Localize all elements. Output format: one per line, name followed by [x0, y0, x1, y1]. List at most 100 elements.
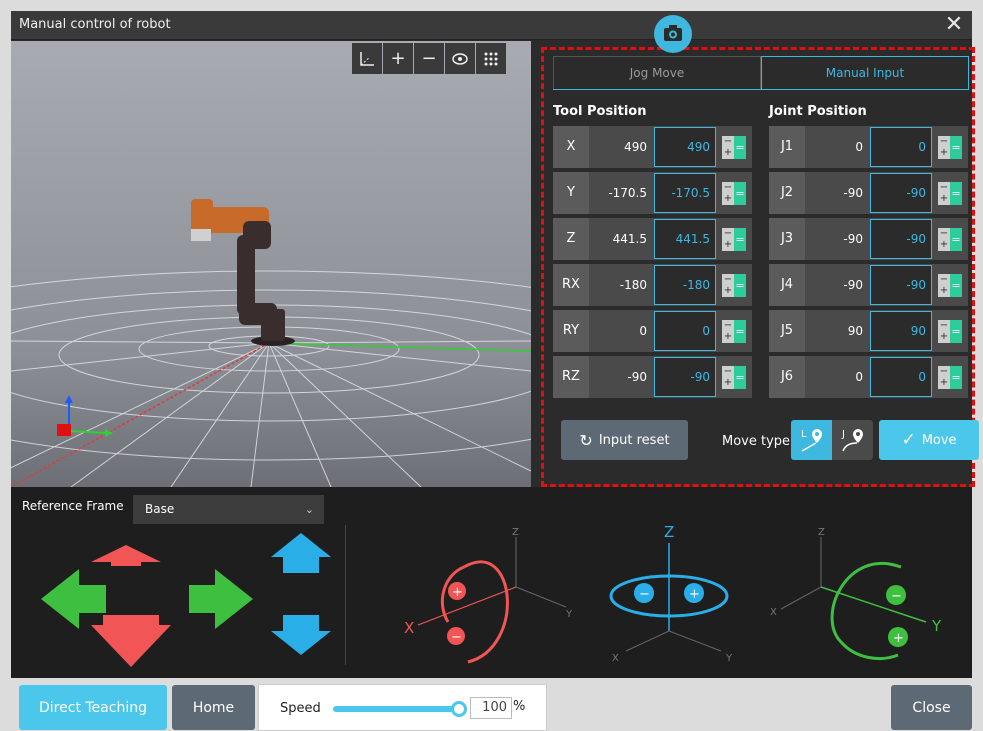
apply-current-icon[interactable]: = — [734, 228, 746, 251]
apply-current-icon[interactable]: = — [950, 366, 962, 389]
plus-minus-stepper[interactable]: − + — [722, 136, 734, 159]
apply-current-icon[interactable]: = — [950, 274, 962, 297]
plus-icon[interactable]: + — [938, 377, 950, 388]
minus-icon[interactable]: − — [938, 320, 950, 331]
robot-3d-viewport[interactable]: + − — [11, 41, 531, 487]
minus-icon[interactable]: − — [722, 136, 734, 147]
move-type-joint-button[interactable]: J — [832, 420, 873, 460]
minus-icon[interactable]: − — [722, 182, 734, 193]
apply-current-icon[interactable]: = — [950, 228, 962, 251]
svg-text:+: + — [893, 631, 904, 646]
minus-icon[interactable]: − — [722, 228, 734, 239]
input-reset-button[interactable]: ↻ Input reset — [561, 420, 688, 460]
plus-minus-stepper[interactable]: − + — [722, 182, 734, 205]
svg-text:J: J — [841, 429, 845, 440]
target-value-input[interactable]: -90 — [654, 357, 716, 397]
plus-minus-stepper[interactable]: − + — [938, 182, 950, 205]
minus-icon[interactable]: − — [938, 366, 950, 377]
close-button[interactable]: Close — [891, 685, 972, 730]
plus-minus-stepper[interactable]: − + — [938, 366, 950, 389]
plus-icon[interactable]: + — [722, 377, 734, 388]
jog-left-arrow[interactable] — [41, 569, 106, 629]
move-label: Move — [921, 432, 957, 448]
move-button[interactable]: ✓ Move — [879, 420, 979, 460]
minus-icon[interactable]: − — [938, 274, 950, 285]
plus-icon[interactable]: + — [938, 331, 950, 342]
plus-icon[interactable]: + — [938, 193, 950, 204]
target-value-input[interactable]: 490 — [654, 127, 716, 167]
plus-minus-stepper[interactable]: − + — [722, 320, 734, 343]
apply-current-icon[interactable]: = — [950, 182, 962, 205]
speed-slider-track[interactable] — [333, 706, 459, 712]
plus-minus-stepper[interactable]: − + — [722, 274, 734, 297]
apply-current-icon[interactable]: = — [734, 182, 746, 205]
current-value: -90 — [627, 370, 647, 384]
jog-control-area: Reference Frame Base ⌄ Z Y X + − Z X Y −… — [11, 487, 972, 678]
home-button[interactable]: Home — [172, 685, 255, 730]
z-axis-label: Z — [664, 523, 674, 541]
camera-icon[interactable] — [654, 15, 692, 53]
apply-current-icon[interactable]: = — [950, 320, 962, 343]
target-value-input[interactable]: -90 — [870, 265, 932, 305]
apply-current-icon[interactable]: = — [734, 136, 746, 159]
jog-right-arrow[interactable] — [189, 569, 253, 629]
apply-current-icon[interactable]: = — [950, 136, 962, 159]
minus-icon[interactable]: − — [938, 228, 950, 239]
zoom-out-icon[interactable]: − — [414, 43, 444, 74]
target-value-input[interactable]: -90 — [870, 173, 932, 213]
plus-icon[interactable]: + — [938, 239, 950, 250]
jog-up-arrow-bar[interactable] — [111, 562, 141, 566]
apply-current-icon[interactable]: = — [734, 320, 746, 343]
plus-icon[interactable]: + — [722, 147, 734, 158]
minus-icon[interactable]: − — [722, 366, 734, 377]
plus-minus-stepper[interactable]: − + — [722, 366, 734, 389]
plus-minus-stepper[interactable]: − + — [938, 274, 950, 297]
plus-minus-stepper[interactable]: − + — [938, 228, 950, 251]
zoom-in-icon[interactable]: + — [383, 43, 413, 74]
minus-icon[interactable]: − — [938, 136, 950, 147]
tab-manual-input[interactable]: Manual Input — [761, 56, 969, 89]
plus-minus-stepper[interactable]: − + — [722, 228, 734, 251]
apply-current-icon[interactable]: = — [734, 274, 746, 297]
reference-frame-label: Reference Frame — [22, 499, 124, 513]
plus-icon[interactable]: + — [722, 239, 734, 250]
jog-up-arrow[interactable] — [91, 545, 161, 562]
target-value-input[interactable]: -170.5 — [654, 173, 716, 213]
minus-icon[interactable]: − — [938, 182, 950, 193]
move-type-linear-button[interactable]: L — [791, 420, 832, 460]
view-eye-icon[interactable] — [445, 43, 475, 74]
apply-current-icon[interactable]: = — [734, 366, 746, 389]
svg-text:+: + — [689, 587, 700, 602]
close-window-icon[interactable]: ✕ — [942, 12, 966, 38]
target-value-input[interactable]: 0 — [870, 127, 932, 167]
minus-icon[interactable]: − — [722, 320, 734, 331]
speed-slider-handle[interactable] — [451, 701, 467, 717]
axis-view-icon[interactable] — [352, 43, 382, 74]
target-value-input[interactable]: 441.5 — [654, 219, 716, 259]
direct-teaching-button[interactable]: Direct Teaching — [19, 685, 167, 730]
target-value-input[interactable]: 0 — [870, 357, 932, 397]
plus-icon[interactable]: + — [722, 331, 734, 342]
jog-z-down-arrow[interactable] — [271, 615, 331, 655]
tab-jog-move[interactable]: Jog Move — [553, 56, 761, 89]
target-value-input[interactable]: -90 — [870, 219, 932, 259]
plus-icon[interactable]: + — [938, 285, 950, 296]
joint-row-j4: J4 -90 -90− + = — [769, 264, 968, 306]
plus-icon[interactable]: + — [722, 193, 734, 204]
target-value-input[interactable]: 0 — [654, 311, 716, 351]
jog-down-arrow[interactable] — [91, 625, 171, 667]
plus-icon[interactable]: + — [938, 147, 950, 158]
jog-down-arrow-bar[interactable] — [103, 615, 159, 625]
tool-row-z: Z 441.5 441.5− + = — [553, 218, 752, 260]
grid-menu-icon[interactable] — [476, 43, 506, 74]
target-value-input[interactable]: 90 — [870, 311, 932, 351]
plus-minus-stepper[interactable]: − + — [938, 320, 950, 343]
reference-frame-select[interactable]: Base ⌄ — [133, 495, 324, 524]
minus-icon[interactable]: − — [722, 274, 734, 285]
rotation-x-control: Z Y X + − — [404, 527, 573, 664]
target-value-input[interactable]: -180 — [654, 265, 716, 305]
speed-input[interactable]: 100 — [470, 697, 512, 719]
plus-minus-stepper[interactable]: − + — [938, 136, 950, 159]
jog-z-up-arrow[interactable] — [271, 533, 331, 573]
plus-icon[interactable]: + — [722, 285, 734, 296]
